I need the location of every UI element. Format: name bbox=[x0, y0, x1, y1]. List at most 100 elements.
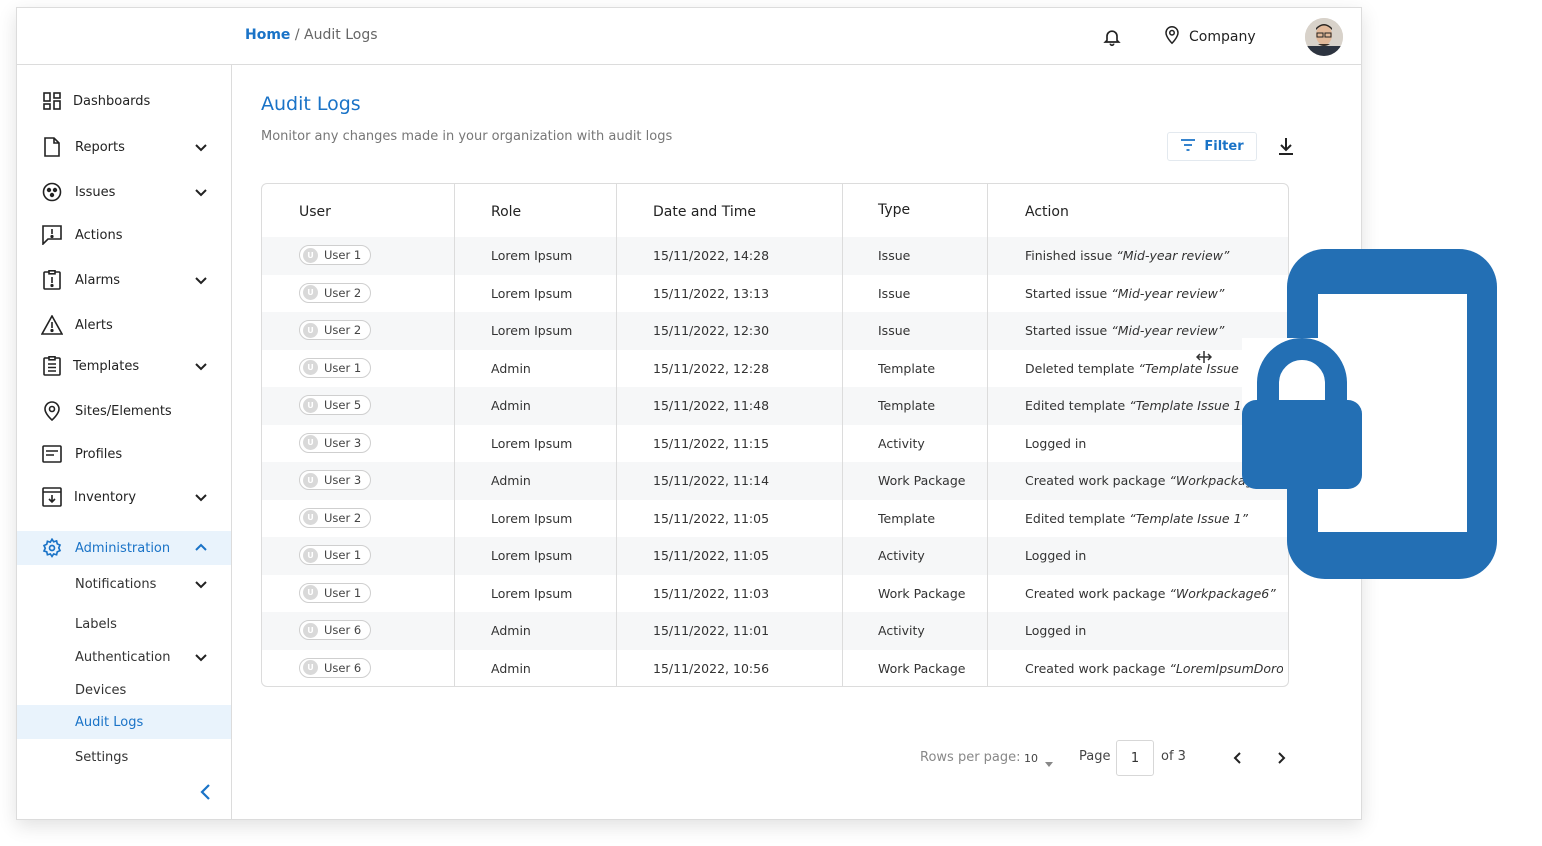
table-row[interactable]: U User 5 Admin 15/11/2022, 11:48 Template Edi… bbox=[262, 387, 1288, 425]
cell-datetime: 15/11/2022, 11:05 bbox=[653, 548, 770, 563]
chevron-down-icon[interactable] bbox=[193, 649, 209, 665]
cell-datetime: 15/11/2022, 14:28 bbox=[653, 248, 770, 263]
user-chip[interactable]: U User 3 bbox=[299, 470, 372, 490]
user-avatar-initial: U bbox=[303, 247, 318, 263]
location-pin-icon bbox=[1163, 25, 1181, 49]
breadcrumb-home-link[interactable]: Home bbox=[245, 27, 290, 43]
sidebar-item-actions[interactable]: Actions bbox=[17, 217, 231, 253]
rows-per-page-select[interactable]: 10 bbox=[1024, 752, 1038, 765]
page-number-input[interactable]: 1 bbox=[1116, 740, 1154, 776]
chevron-right-icon[interactable] bbox=[1273, 750, 1289, 766]
table-row[interactable]: U User 2 Lorem Ipsum 15/11/2022, 12:30 Issue… bbox=[262, 312, 1288, 350]
sidebar-item-administration[interactable]: Administration bbox=[17, 531, 231, 565]
user-avatar-initial: U bbox=[303, 660, 318, 675]
table-row[interactable]: U User 3 Admin 15/11/2022, 11:14 Work Packag… bbox=[262, 462, 1288, 500]
main-content: Audit Logs Monitor any changes made in y… bbox=[232, 65, 1361, 819]
chevron-down-icon[interactable] bbox=[193, 139, 209, 155]
sidebar-subitem-labels[interactable]: Labels bbox=[17, 607, 231, 641]
filter-button[interactable]: Filter bbox=[1167, 132, 1257, 161]
sidebar-item-issues[interactable]: Issues bbox=[17, 174, 231, 210]
cell-action: Created work package “Workpackage6” bbox=[1025, 586, 1283, 601]
sidebar-subitem-authentication[interactable]: Authentication bbox=[17, 640, 231, 674]
user-chip[interactable]: U User 6 bbox=[299, 620, 372, 640]
sidebar-item-reports[interactable]: Reports bbox=[17, 129, 231, 165]
chevron-down-icon[interactable] bbox=[193, 272, 209, 288]
cell-datetime: 15/11/2022, 12:28 bbox=[653, 360, 770, 376]
column-header-role[interactable]: Role bbox=[491, 204, 521, 220]
warning-icon bbox=[41, 314, 63, 336]
user-chip[interactable]: U User 1 bbox=[299, 582, 372, 603]
cell-type: Template bbox=[878, 360, 936, 376]
user-chip[interactable]: U User 3 bbox=[299, 432, 372, 453]
user-chip[interactable]: U User 1 bbox=[299, 245, 372, 265]
sidebar-subitem-notifications[interactable]: Notifications bbox=[17, 567, 231, 601]
sidebar-item-alerts[interactable]: Alerts bbox=[17, 307, 231, 343]
table-row[interactable]: U User 1 Lorem Ipsum 15/11/2022, 14:28 Issue… bbox=[262, 237, 1288, 275]
sidebar-item-alarms[interactable]: Alarms bbox=[17, 262, 231, 298]
company-label: Company bbox=[1189, 29, 1256, 45]
table-row[interactable]: U User 1 Lorem Ipsum 15/11/2022, 11:03 Work … bbox=[262, 575, 1288, 613]
action-target: “Template Issue 1” bbox=[1129, 398, 1249, 413]
table-row[interactable]: U User 6 Admin 15/11/2022, 10:56 Work Packag… bbox=[262, 650, 1288, 687]
table-row[interactable]: U User 2 Lorem Ipsum 15/11/2022, 13:13 Issue… bbox=[262, 275, 1288, 313]
action-text: Started issue bbox=[1025, 285, 1112, 301]
user-avatar-initial: U bbox=[303, 547, 318, 563]
sidebar-item-inventory[interactable]: Inventory bbox=[17, 479, 231, 515]
column-header-action[interactable]: Action bbox=[1025, 204, 1069, 220]
user-chip[interactable]: U User 2 bbox=[299, 282, 372, 303]
sidebar-item-sites-elements[interactable]: Sites/Elements bbox=[17, 393, 231, 429]
download-icon[interactable] bbox=[1276, 136, 1296, 156]
chevron-down-icon[interactable] bbox=[193, 576, 209, 592]
user-chip[interactable]: U User 5 bbox=[299, 395, 372, 415]
sidebar-subitem-settings[interactable]: Settings bbox=[17, 740, 231, 774]
cell-type: Activity bbox=[878, 548, 925, 563]
chevron-down-icon[interactable] bbox=[193, 358, 209, 374]
user-avatar-initial: U bbox=[303, 322, 318, 338]
chevron-left-icon[interactable] bbox=[1230, 750, 1246, 766]
collapse-sidebar-chevron-left-icon[interactable] bbox=[197, 783, 215, 801]
table-row[interactable]: U User 1 Lorem Ipsum 15/11/2022, 11:05 Activ… bbox=[262, 537, 1288, 575]
sidebar: Dashboards Reports Issues Actions Alarms… bbox=[17, 65, 232, 819]
cell-action: Logged in bbox=[1025, 623, 1283, 638]
table-row[interactable]: U User 1 Admin 15/11/2022, 12:28 Template Del… bbox=[262, 350, 1288, 388]
sidebar-item-templates[interactable]: Templates bbox=[17, 348, 231, 384]
sidebar-item-label: Actions bbox=[75, 227, 123, 243]
user-chip[interactable]: U User 6 bbox=[299, 657, 372, 678]
cell-datetime: 15/11/2022, 10:56 bbox=[653, 660, 770, 676]
column-header-type[interactable]: Type bbox=[878, 202, 910, 218]
filter-icon bbox=[1180, 138, 1196, 155]
company-selector[interactable]: Company bbox=[1163, 25, 1256, 49]
table-row[interactable]: U User 3 Lorem Ipsum 15/11/2022, 11:15 Activ… bbox=[262, 425, 1288, 463]
user-name: User 2 bbox=[324, 285, 362, 300]
user-chip[interactable]: U User 2 bbox=[299, 507, 372, 528]
cell-role: Lorem Ipsum bbox=[491, 323, 573, 338]
chevron-down-icon[interactable] bbox=[193, 184, 209, 200]
chevron-up-icon[interactable] bbox=[193, 540, 209, 556]
column-header-date-time[interactable]: Date and Time bbox=[653, 204, 756, 220]
gear-icon bbox=[41, 537, 63, 559]
table-header: User Role Date and Time Type Action bbox=[262, 184, 1288, 237]
avatar[interactable] bbox=[1305, 18, 1343, 56]
user-chip[interactable]: U User 1 bbox=[299, 357, 372, 378]
filter-label: Filter bbox=[1204, 139, 1244, 154]
column-divider[interactable] bbox=[987, 184, 988, 686]
action-text: Finished issue bbox=[1025, 248, 1117, 263]
sidebar-subitem-audit-logs[interactable]: Audit Logs bbox=[17, 705, 231, 739]
chevron-down-icon[interactable] bbox=[193, 489, 209, 505]
bell-icon[interactable] bbox=[1102, 27, 1122, 47]
caret-down-icon[interactable] bbox=[1044, 754, 1054, 767]
cell-role: Lorem Ipsum bbox=[491, 435, 573, 451]
table-row[interactable]: U User 6 Admin 15/11/2022, 11:01 Activity Log… bbox=[262, 612, 1288, 650]
sidebar-item-profiles[interactable]: Profiles bbox=[17, 436, 231, 472]
table-row[interactable]: U User 2 Lorem Ipsum 15/11/2022, 11:05 Templ… bbox=[262, 500, 1288, 538]
cell-role: Admin bbox=[491, 660, 531, 676]
sidebar-subitem-devices[interactable]: Devices bbox=[17, 673, 231, 707]
column-header-user[interactable]: User bbox=[299, 204, 331, 220]
sidebar-item-dashboards[interactable]: Dashboards bbox=[17, 83, 231, 119]
rows-per-page-label: Rows per page: bbox=[920, 750, 1021, 765]
breadcrumb-current: Audit Logs bbox=[304, 27, 378, 43]
user-chip[interactable]: U User 1 bbox=[299, 545, 372, 565]
user-chip[interactable]: U User 2 bbox=[299, 320, 372, 340]
cell-datetime: 15/11/2022, 11:01 bbox=[653, 623, 770, 638]
sidebar-item-label: Inventory bbox=[74, 489, 137, 505]
